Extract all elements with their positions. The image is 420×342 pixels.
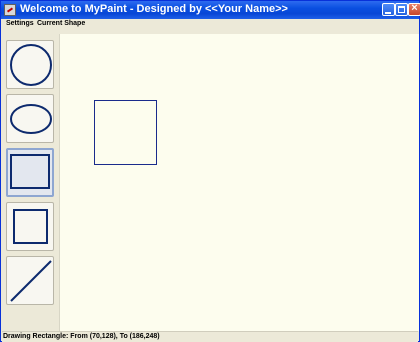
close-button[interactable]: × [408, 2, 420, 16]
line-tool-button[interactable] [6, 256, 54, 305]
canvas-shapes [94, 100, 157, 165]
menu-bar: Settings Current Shape [2, 19, 418, 31]
menu-settings[interactable]: Settings [6, 20, 34, 27]
app-icon[interactable] [4, 4, 16, 16]
ellipse-icon [10, 104, 52, 134]
status-text: Drawing Rectangle: From (70,128), To (18… [3, 333, 160, 340]
minimize-button[interactable] [382, 3, 395, 16]
menu-current-shape[interactable]: Current Shape [37, 20, 85, 27]
maximize-icon [398, 6, 405, 13]
rectangle-tool-button[interactable] [6, 148, 54, 197]
status-bar: Drawing Rectangle: From (70,128), To (18… [2, 331, 418, 342]
square-tool-button[interactable] [6, 202, 54, 251]
circle-icon [10, 44, 52, 86]
rectangle-icon [10, 154, 50, 189]
line-icon [10, 260, 52, 302]
drawn-rectangle [94, 100, 157, 165]
window-title: Welcome to MyPaint - Designed by <<Your … [20, 3, 288, 15]
minimize-icon [385, 12, 391, 14]
circle-tool-button[interactable] [6, 40, 54, 89]
app-window: Welcome to MyPaint - Designed by <<Your … [0, 0, 420, 342]
title-bar[interactable]: Welcome to MyPaint - Designed by <<Your … [1, 1, 420, 19]
maximize-button[interactable] [395, 3, 408, 16]
drawing-canvas[interactable] [59, 34, 419, 331]
close-icon: × [411, 2, 418, 14]
ellipse-tool-button[interactable] [6, 94, 54, 143]
square-icon [13, 209, 48, 244]
shape-tool-panel [2, 34, 56, 330]
